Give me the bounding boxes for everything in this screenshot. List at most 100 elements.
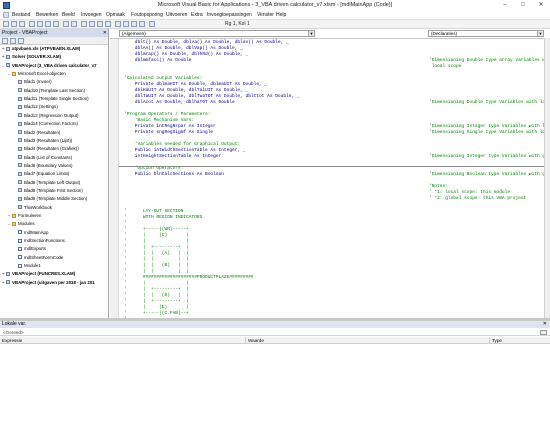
redo-icon[interactable] — [71, 21, 77, 27]
sheet-item[interactable]: Blad5 (List of Constants) — [14, 155, 72, 161]
code-comment-line[interactable]: ' +-----|(C.FAB)--+ — [124, 311, 189, 317]
project-item[interactable]: + Solver (SOLVER.XLAM) — [2, 54, 61, 60]
menu-extra[interactable]: Extra — [191, 12, 203, 18]
sheet-item[interactable]: Blad4 (Resultaten (Grafiek)) — [14, 146, 79, 152]
view-excel-icon[interactable] — [3, 21, 9, 27]
margin-indicator-bar[interactable] — [110, 39, 119, 318]
tree-item-label: mdlExports — [24, 246, 46, 252]
code-line[interactable]: Private sngRegSigmf As Single — [124, 130, 213, 136]
code-comment-line[interactable]: 'Dimensioning Integer type Variables wit… — [429, 154, 550, 160]
reset-icon[interactable] — [97, 21, 103, 27]
tree-item-label: atpvbaen.xls (ATPVBAEN.XLAM) — [12, 46, 81, 51]
excel-icon[interactable] — [3, 12, 9, 18]
menu-bestand[interactable]: Bestand — [12, 12, 30, 18]
code-comment-line[interactable]: 'Dimensioning Double type Variables with… — [429, 100, 550, 106]
standard-toolbar: Rg 1, Kol 1 — [0, 20, 550, 29]
menu-beeld[interactable]: Beeld — [62, 12, 75, 18]
menu-uitvoeren[interactable]: Uitvoeren — [166, 12, 187, 18]
module-item[interactable]: mdlExports — [14, 246, 46, 252]
project-explorer-icon[interactable] — [115, 21, 121, 27]
close-button[interactable]: ✕ — [532, 0, 550, 11]
code-line[interactable]: dblmmfacc() As Double — [124, 58, 192, 64]
object-browser-icon[interactable] — [131, 21, 137, 27]
tree-item-label: Modules — [18, 221, 35, 227]
code-line[interactable]: Public blnCalcSections As Boolean — [124, 172, 224, 178]
menu-help[interactable]: Help — [276, 12, 286, 18]
break-icon[interactable] — [89, 21, 95, 27]
properties-icon[interactable] — [123, 21, 129, 27]
toolbox-icon[interactable] — [139, 21, 145, 27]
paste-icon[interactable] — [45, 21, 51, 27]
sheet-item[interactable]: Blad8 (Template Left Output) — [14, 180, 80, 186]
code-comment-line[interactable]: ' WITH REGION INDICATORS — [124, 215, 202, 221]
sheet-item[interactable]: Blad7 (Equation Limits) — [14, 171, 69, 177]
sheet-item[interactable]: Blad8 (Template First Section) — [14, 188, 83, 194]
project-item[interactable]: + VBAProject (FUNCRES.XLAM) — [2, 271, 75, 277]
code-line[interactable]: intHeightSectionTable As Integer — [124, 154, 221, 160]
view-code-icon[interactable] — [2, 38, 8, 44]
sheet-item[interactable]: Blad10 (Template Last Section) — [14, 88, 85, 94]
sheet-item[interactable]: Blad1 (Invoer) — [14, 79, 52, 85]
code-line[interactable]: dblAcot As Double, dblhaTOT As Double — [124, 100, 235, 106]
object-combo[interactable]: (Algemeen) ▼ — [119, 30, 315, 37]
sheet-item[interactable]: Blad6 (Boundary Values) — [14, 163, 73, 169]
find-icon[interactable] — [53, 21, 59, 27]
copy-icon[interactable] — [37, 21, 43, 27]
procedure-combo[interactable]: (Declaraties) ▼ — [428, 30, 544, 37]
module-item[interactable]: mdlSheetFormCode — [14, 255, 63, 261]
sheet-item[interactable]: Blad2 (Resultaten) — [14, 130, 60, 136]
call-stack-button[interactable] — [540, 330, 547, 335]
menu-foutopsporing[interactable]: Foutopsporing — [131, 12, 163, 18]
sheet-item[interactable]: Blad3 (Resultaten (Lijst)) — [14, 138, 72, 144]
code-vertical-scrollbar[interactable] — [544, 38, 550, 318]
sheet-icon — [18, 171, 22, 176]
project-panel-close-icon[interactable]: ✕ — [103, 29, 107, 37]
sheet-item[interactable]: Blad14 (Correction Factors) — [14, 121, 78, 127]
toggle-folders-icon[interactable] — [18, 38, 24, 44]
folder-item[interactable]: – Microsoft Excel-objecten — [8, 71, 66, 77]
maximize-button[interactable]: □ — [514, 0, 532, 11]
tree-item-label: Module1 — [24, 263, 41, 269]
cut-icon[interactable] — [29, 21, 35, 27]
sheet-item[interactable]: Blad11 (Template Single Section) — [14, 96, 89, 102]
column-expressie[interactable]: Expressie — [0, 337, 246, 344]
menu-invoegen[interactable]: Invoegen — [81, 12, 102, 18]
chevron-down-icon[interactable]: ▼ — [537, 31, 543, 36]
run-icon[interactable] — [81, 21, 87, 27]
column-type[interactable]: Type — [490, 337, 550, 344]
code-comment-line[interactable]: 'Dimensioning Boolean type Variables wit… — [429, 172, 550, 178]
menu-bewerken[interactable]: Bewerken — [36, 12, 58, 18]
chevron-down-icon[interactable]: ▼ — [308, 31, 314, 36]
insert-module-icon[interactable] — [11, 21, 17, 27]
project-item[interactable]: – VBAProject (3_VBA driven calculator_v7 — [2, 63, 97, 69]
folder-item[interactable]: + Formulieren — [8, 213, 41, 219]
project-item[interactable]: + VBAProject (uitgaven per 2018 - jan 201 — [2, 280, 95, 286]
save-icon[interactable] — [19, 21, 25, 27]
menu-venster[interactable]: Venster — [257, 12, 274, 18]
locals-close-icon[interactable]: ✕ — [543, 321, 547, 328]
help-icon[interactable] — [149, 21, 155, 27]
sheet-item[interactable]: Blad9 (Template Middle Section) — [14, 196, 87, 202]
code-editor[interactable]: dblt() As Double, dblva() As Double, dbl… — [110, 38, 550, 318]
code-comment-line[interactable]: local scope — [429, 64, 462, 70]
tree-item-label: mdlSheetFormCode — [24, 254, 64, 260]
minimize-button[interactable]: – — [496, 0, 514, 11]
window-title: Microsoft Visual Basic for Applications … — [157, 2, 393, 8]
module-item[interactable]: mdlSectionFunctions — [14, 238, 65, 244]
column-waarde[interactable]: Waarde — [246, 337, 490, 344]
sheet-item[interactable]: Blad13 (Regression Output) — [14, 113, 78, 119]
project-item[interactable]: + atpvbaen.xls (ATPVBAEN.XLAM) — [2, 46, 80, 52]
undo-icon[interactable] — [63, 21, 69, 27]
design-mode-icon[interactable] — [105, 21, 111, 27]
folder-item[interactable]: – Modules — [8, 221, 35, 227]
module-item[interactable]: Module1 — [14, 263, 41, 269]
view-object-icon[interactable] — [10, 38, 16, 44]
code-comment-line[interactable]: ' *2: global scope: this VBA project — [429, 196, 526, 202]
module-item[interactable]: mdlMainApp — [14, 230, 48, 236]
menu-invoegtoepassingen[interactable]: Invoegtoepassingen — [207, 12, 252, 18]
sheet-item[interactable]: Blad12 (Settings) — [14, 104, 58, 110]
code-comment-line[interactable]: 'Dimensioning Single type Variables with… — [429, 130, 550, 136]
project-panel-title-text: Project - VBAProject — [2, 30, 48, 36]
menu-opmaak[interactable]: Opmaak — [106, 12, 125, 18]
sheet-item[interactable]: ThisWorkbook — [14, 205, 52, 211]
